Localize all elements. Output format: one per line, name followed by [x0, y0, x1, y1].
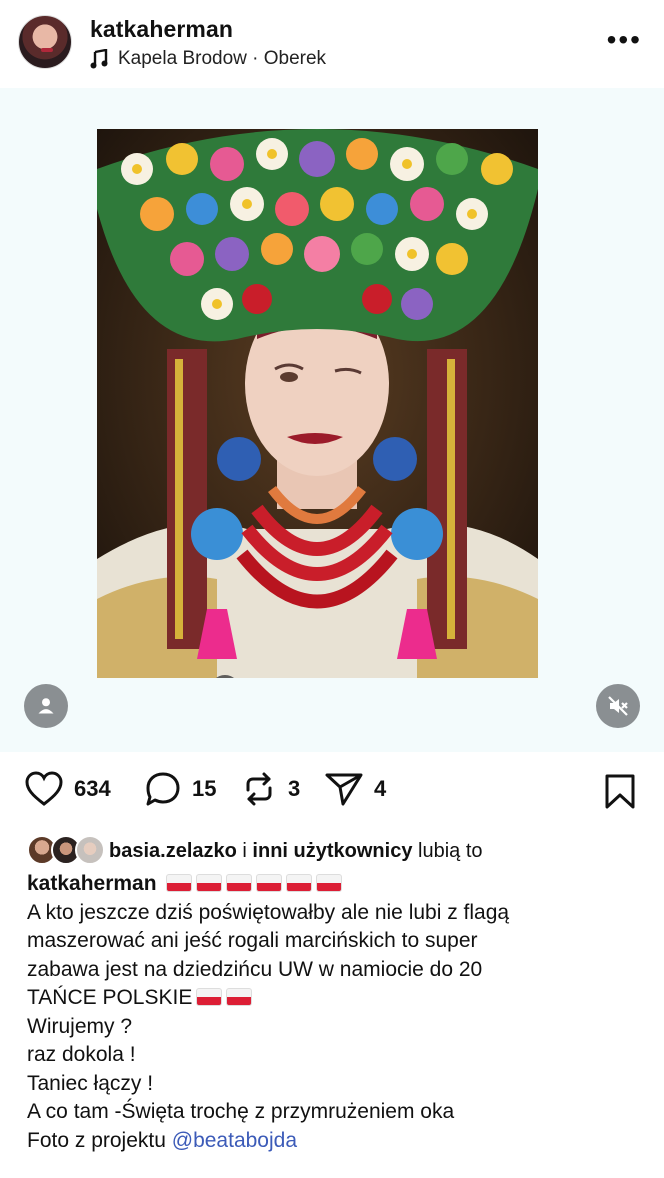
poland-flag-icon [166, 874, 193, 892]
more-options-button[interactable]: ••• [607, 26, 642, 54]
likes-count: 634 [74, 776, 111, 801]
music-note-icon [90, 49, 108, 69]
portrait-illustration [97, 129, 538, 678]
liked-by-avatars[interactable] [27, 835, 107, 867]
paper-plane-icon [325, 773, 363, 806]
repost-icon [246, 772, 272, 806]
caption-line: A kto jeszcze dziś poświętowałby ale nie… [27, 900, 510, 924]
like-button[interactable]: 634 [24, 770, 111, 808]
poland-flag-icon [226, 988, 253, 1006]
liked-by-others[interactable]: inni użytkownicy [252, 840, 412, 863]
mention-link[interactable]: @beatabojda [172, 1129, 297, 1152]
caption-line: Foto z projektu [27, 1128, 166, 1152]
person-icon [38, 698, 54, 714]
caption-line: zabawa jest na dziedzińcu UW w namiocie … [27, 957, 483, 981]
repost-button[interactable]: 3 [240, 770, 300, 808]
poland-flag-icon [316, 874, 343, 892]
post-actions: 634 15 3 4 [0, 770, 664, 816]
save-button[interactable] [604, 774, 636, 815]
caption-username[interactable]: katkaherman [27, 872, 157, 895]
reposts-count: 3 [288, 776, 301, 801]
avatar[interactable] [18, 15, 72, 69]
caption-line: maszerować ani jeść rogali marcińskich t… [27, 929, 478, 952]
poland-flag-icon [226, 874, 253, 892]
audio-track[interactable]: Kapela Brodow · Oberek [90, 48, 326, 70]
poland-flag-icon [256, 874, 283, 892]
heart-icon [25, 771, 63, 806]
caption-line: Wirujemy ? [27, 1014, 133, 1038]
comment-button[interactable]: 15 [144, 770, 216, 808]
share-button[interactable]: 4 [324, 770, 386, 808]
comment-bubble-icon [146, 772, 180, 806]
speaker-muted-icon [608, 696, 628, 716]
liked-by-suffix: lubią to [418, 839, 483, 862]
post-author-username[interactable]: katkaherman [90, 16, 233, 43]
shares-count: 4 [374, 776, 387, 801]
mute-toggle-button[interactable] [596, 684, 640, 728]
post-photo[interactable] [97, 129, 538, 678]
poland-flag-icon [196, 988, 223, 1006]
poland-flag-icon [286, 874, 313, 892]
liked-by-user[interactable]: basia.zelazko [109, 840, 237, 863]
bookmark-icon [605, 774, 635, 809]
post-media[interactable] [0, 88, 664, 752]
comments-count: 15 [192, 776, 217, 801]
poland-flag-icon [196, 874, 223, 892]
caption-line: TAŃCE POLSKIE [27, 986, 193, 1009]
tagged-users-button[interactable] [24, 684, 68, 728]
audio-track-label: Kapela Brodow · Oberek [118, 48, 327, 69]
post-header: katkaherman Kapela Brodow · Oberek ••• [0, 0, 664, 88]
liked-by-summary[interactable]: basia.zelazko i inni użytkownicy lubią t… [27, 834, 483, 868]
caption-line: raz dokola ! [27, 1043, 136, 1066]
avatar [75, 835, 105, 865]
caption-line: Taniec łączy ! [27, 1071, 154, 1095]
post-caption: katkaherman A kto jeszcze dziś poświętow… [27, 870, 637, 1155]
caption-line: A co tam -Święta trochę z przymrużeniem … [27, 1100, 455, 1123]
